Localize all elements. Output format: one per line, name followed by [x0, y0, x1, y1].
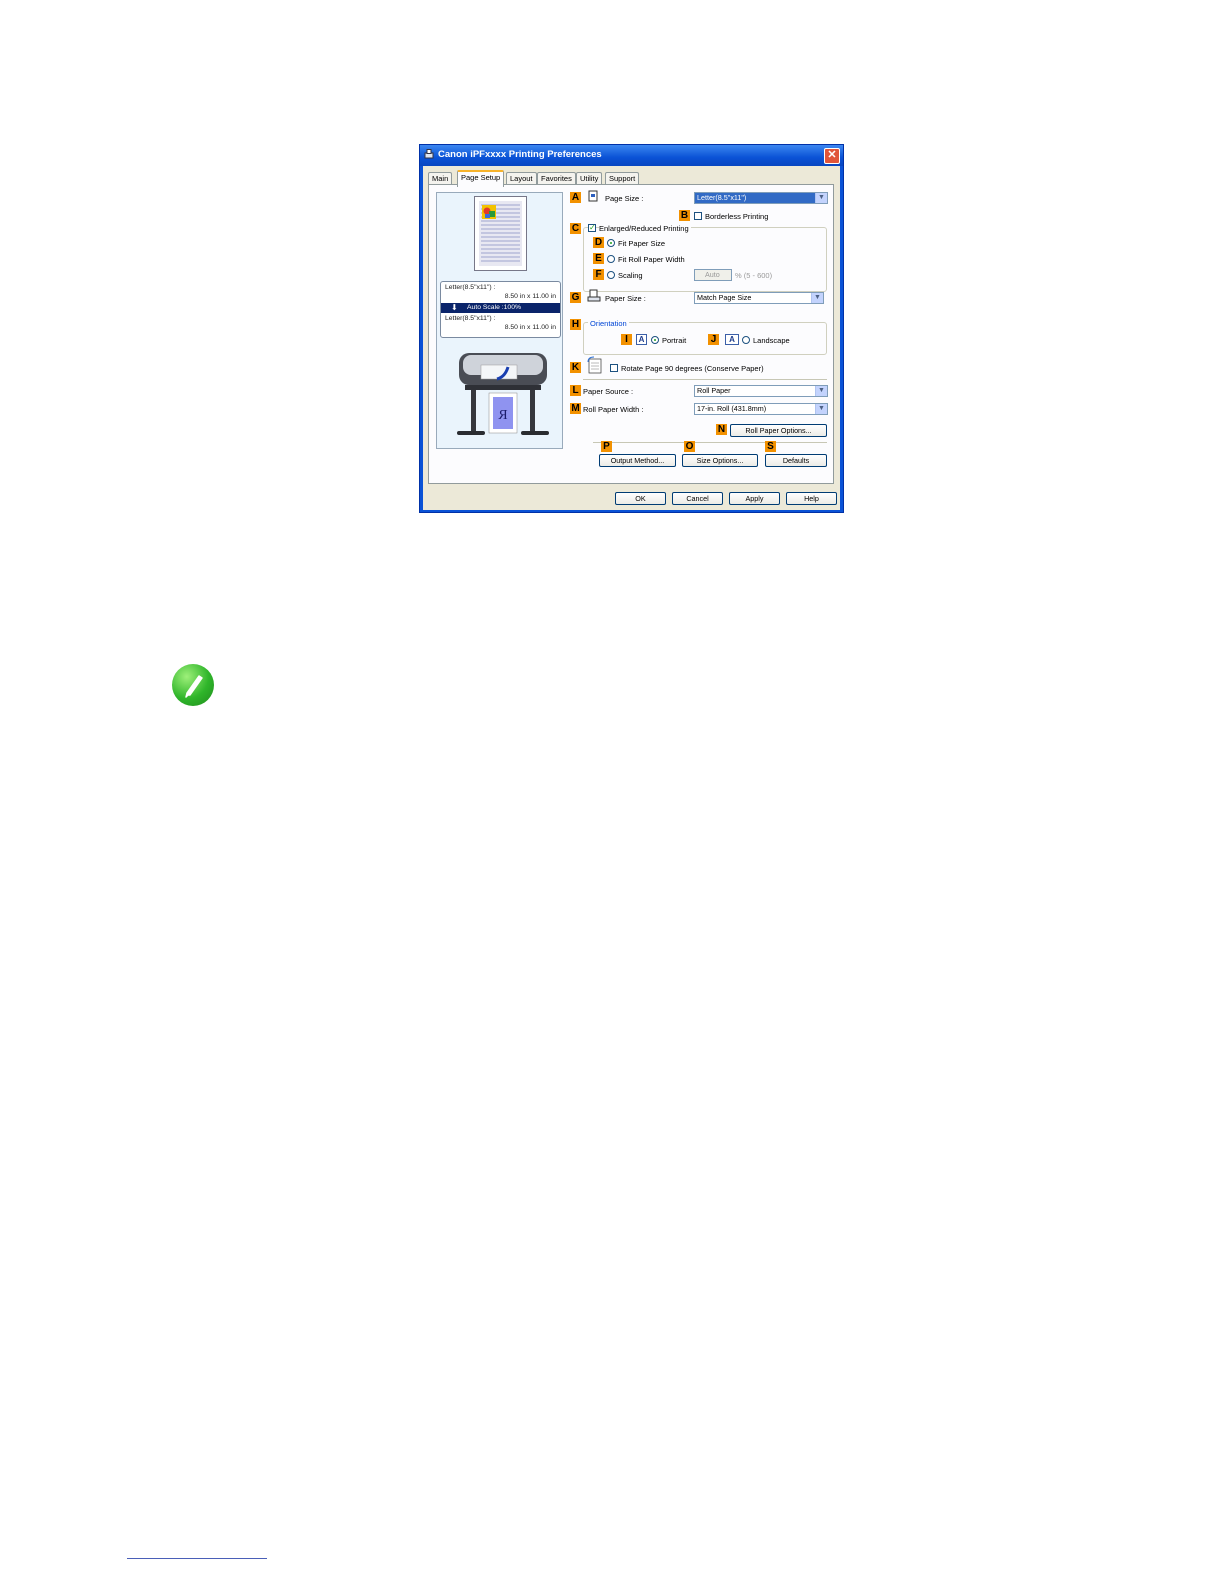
- paper-source-select[interactable]: Roll Paper ▼: [694, 385, 828, 397]
- badge-p: P: [601, 441, 612, 452]
- paper-info-box: Letter(8.5"x11") : 8.50 in x 11.00 in ⬇ …: [440, 281, 561, 338]
- paper-source-value: Roll Paper: [697, 386, 731, 395]
- chevron-down-icon[interactable]: ▼: [815, 404, 827, 414]
- portrait-radio[interactable]: [651, 336, 659, 344]
- dialog-title: Canon iPFxxxx Printing Preferences: [438, 149, 602, 160]
- printed-page-glyph: R: [498, 408, 508, 423]
- defaults-button[interactable]: Defaults: [765, 454, 827, 467]
- help-button[interactable]: Help: [786, 492, 837, 505]
- scaling-range: % (5 - 600): [735, 271, 773, 280]
- page-setup-panel: Letter(8.5"x11") : 8.50 in x 11.00 in ⬇ …: [428, 184, 834, 484]
- badge-i: I: [621, 334, 632, 345]
- badge-s: S: [765, 441, 776, 452]
- rotate-page-checkbox[interactable]: [610, 364, 618, 372]
- page-preview-graphic: [479, 201, 522, 266]
- roll-paper-width-value: 17-in. Roll (431.8mm): [697, 404, 767, 413]
- scaling-radio[interactable]: [607, 271, 615, 279]
- printing-preferences-dialog: Canon iPFxxxx Printing Preferences ✕ Mai…: [419, 144, 844, 513]
- borderless-checkbox[interactable]: [694, 212, 702, 220]
- page-size-label: Page Size :: [605, 194, 644, 203]
- page-size-value: Letter(8.5"x11"): [697, 193, 747, 202]
- fit-roll-paper-width-label: Fit Roll Paper Width: [618, 255, 685, 264]
- badge-l: L: [570, 385, 581, 396]
- output-method-button[interactable]: Output Method...: [599, 454, 676, 467]
- borderless-label: Borderless Printing: [705, 212, 769, 221]
- page-preview-thumbnail: [474, 196, 527, 271]
- landscape-radio[interactable]: [742, 336, 750, 344]
- fit-roll-paper-width-radio[interactable]: [607, 255, 615, 263]
- divider: [583, 379, 827, 380]
- info-output-dims: 8.50 in x 11.00 in: [504, 324, 556, 331]
- roll-paper-width-select[interactable]: 17-in. Roll (431.8mm) ▼: [694, 403, 828, 415]
- badge-m: M: [570, 403, 581, 414]
- badge-k: K: [570, 362, 581, 373]
- down-arrow-icon: ⬇: [451, 303, 458, 312]
- info-original-dims: 8.50 in x 11.00 in: [504, 293, 556, 300]
- apply-button[interactable]: Apply: [729, 492, 780, 505]
- badge-c: C: [570, 223, 581, 234]
- roll-paper-options-button[interactable]: Roll Paper Options...: [730, 424, 827, 437]
- pencil-note-icon: [172, 664, 214, 706]
- fit-paper-size-label: Fit Paper Size: [618, 239, 666, 248]
- large-format-printer-illustration: R: [457, 353, 549, 435]
- page-size-icon: [588, 190, 598, 202]
- size-options-button[interactable]: Size Options...: [682, 454, 758, 467]
- info-scale-row: ⬇ Auto Scale :100%: [441, 303, 560, 313]
- scaling-stepper[interactable]: Auto: [694, 269, 732, 281]
- info-output-size: Letter(8.5"x11") :: [445, 315, 496, 322]
- chevron-down-icon[interactable]: ▼: [815, 193, 827, 203]
- cancel-button[interactable]: Cancel: [672, 492, 723, 505]
- page-size-select[interactable]: Letter(8.5"x11") ▼: [694, 192, 828, 204]
- badge-h: H: [570, 319, 581, 330]
- ok-button[interactable]: OK: [615, 492, 666, 505]
- badge-d: D: [593, 237, 604, 248]
- divider: [593, 442, 827, 443]
- badge-j: J: [708, 334, 719, 345]
- portrait-label: Portrait: [662, 336, 687, 345]
- badge-n: N: [716, 424, 727, 435]
- badge-a: A: [570, 192, 581, 203]
- fit-paper-size-radio[interactable]: [607, 239, 615, 247]
- footer-rule: [127, 1558, 267, 1559]
- orientation-label: Orientation: [588, 319, 629, 328]
- paper-size-select[interactable]: Match Page Size ▼: [694, 292, 824, 304]
- roll-paper-width-label: Roll Paper Width :: [583, 405, 644, 414]
- badge-f: F: [593, 269, 604, 280]
- chevron-down-icon[interactable]: ▼: [815, 386, 827, 396]
- landscape-label: Landscape: [753, 336, 790, 345]
- preview-pane: Letter(8.5"x11") : 8.50 in x 11.00 in ⬇ …: [436, 192, 563, 449]
- rotate-page-label: Rotate Page 90 degrees (Conserve Paper): [621, 364, 764, 373]
- rotate-page-icon: [587, 356, 602, 374]
- info-scale-text: Auto Scale :100%: [467, 304, 522, 311]
- portrait-icon: A: [636, 334, 647, 345]
- badge-e: E: [593, 253, 604, 264]
- landscape-icon: A: [725, 334, 739, 345]
- paper-size-label: Paper Size :: [605, 294, 646, 303]
- enlarged-reduced-label: Enlarged/Reduced Printing: [599, 224, 691, 233]
- chevron-down-icon[interactable]: ▼: [811, 293, 823, 303]
- scaling-value: Auto: [705, 270, 720, 279]
- badge-o: O: [684, 441, 695, 452]
- paper-size-icon: [587, 289, 601, 302]
- close-button[interactable]: ✕: [824, 148, 840, 164]
- dialog-client-area: Main Page Setup Layout Favorites Utility…: [423, 166, 840, 510]
- title-bar[interactable]: Canon iPFxxxx Printing Preferences ✕: [420, 145, 843, 166]
- info-original-size: Letter(8.5"x11") :: [445, 284, 496, 291]
- badge-g: G: [570, 292, 581, 303]
- tab-page-setup[interactable]: Page Setup: [457, 170, 505, 187]
- badge-b: B: [679, 210, 690, 221]
- printer-app-icon: [424, 149, 434, 159]
- enlarged-reduced-checkbox[interactable]: ✓: [588, 224, 596, 232]
- scaling-label: Scaling: [618, 271, 643, 280]
- paper-size-value: Match Page Size: [697, 293, 752, 302]
- paper-source-label: Paper Source :: [583, 387, 634, 396]
